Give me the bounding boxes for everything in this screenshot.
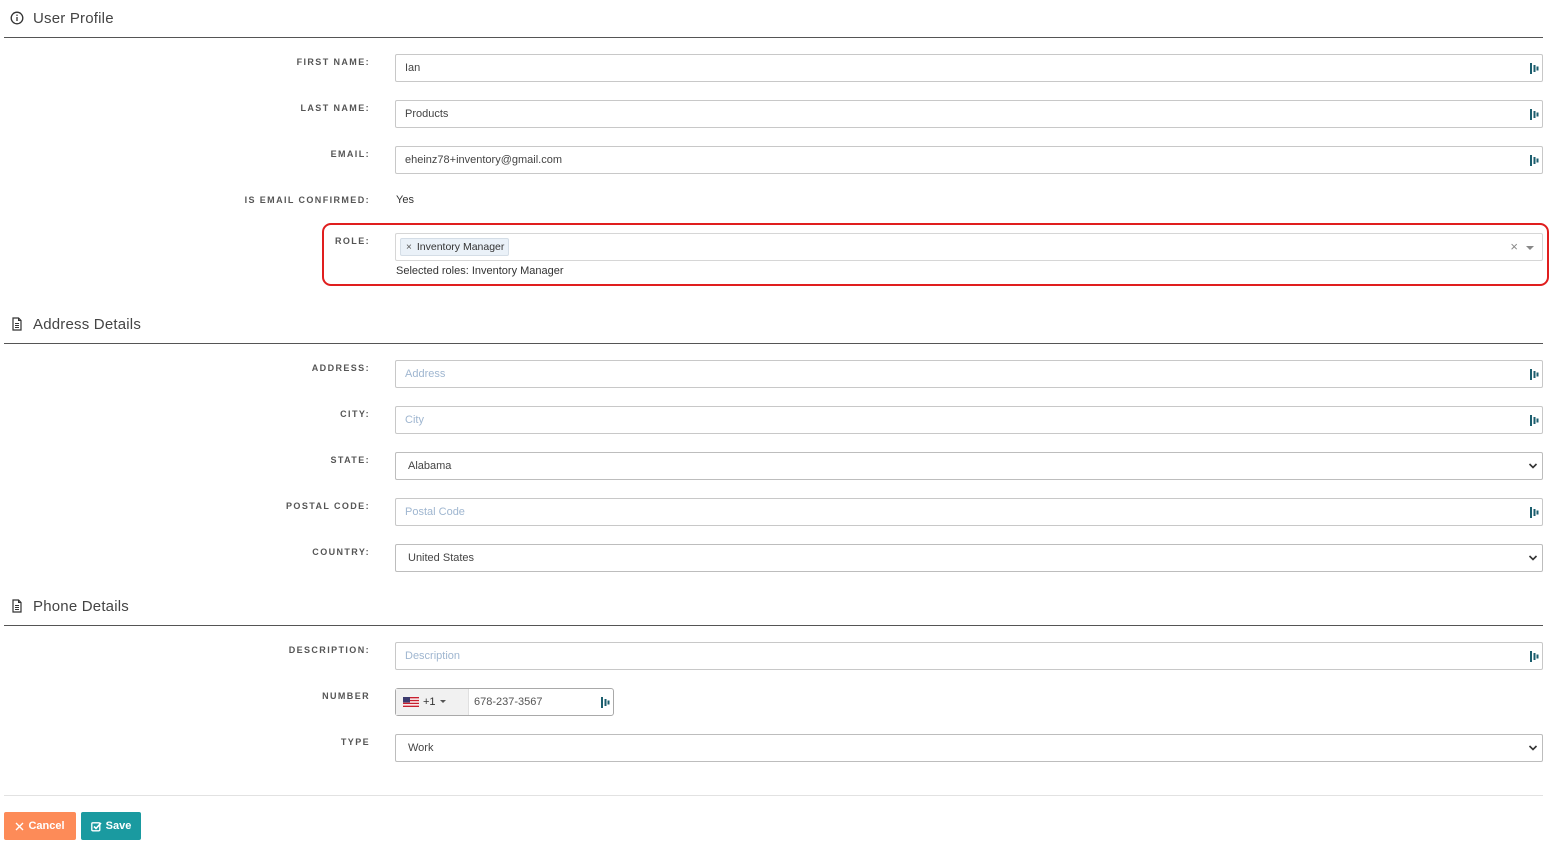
first-name-label: FIRST NAME: xyxy=(296,57,370,67)
type-label: TYPE xyxy=(340,737,370,747)
info-circle-icon xyxy=(10,11,24,25)
phone-code-value: +1 xyxy=(423,696,436,708)
state-value: Alabama xyxy=(408,460,452,472)
description-placeholder: Description xyxy=(405,650,461,662)
postal-code-placeholder: Postal Code xyxy=(405,506,465,518)
email-confirmed-value: Yes xyxy=(396,194,414,206)
user-profile-form: User Profile FIRST NAME: Ian LAST NAME: … xyxy=(0,0,1556,851)
address-field[interactable]: Address xyxy=(395,360,1543,388)
close-icon xyxy=(15,822,24,830)
us-flag-icon xyxy=(403,697,419,707)
phone-details-header: Phone Details xyxy=(4,588,1543,626)
country-code-dropdown[interactable]: +1 xyxy=(396,689,469,715)
state-select[interactable]: Alabama xyxy=(395,452,1543,480)
user-profile-title: User Profile xyxy=(33,10,114,27)
type-value: Work xyxy=(408,742,434,754)
chevron-down-icon xyxy=(1528,555,1538,561)
form-divider xyxy=(4,795,1543,796)
city-placeholder: City xyxy=(405,414,424,426)
role-label: ROLE: xyxy=(335,236,370,246)
save-button[interactable]: Save xyxy=(81,812,141,840)
description-field[interactable]: Description xyxy=(395,642,1543,670)
role-multiselect[interactable]: × Inventory Manager × xyxy=(395,233,1543,261)
last-name-label: LAST NAME: xyxy=(300,103,370,113)
number-label: NUMBER xyxy=(322,691,370,701)
cancel-button[interactable]: Cancel xyxy=(4,812,76,840)
password-manager-icon[interactable] xyxy=(1529,154,1539,167)
password-manager-icon[interactable] xyxy=(1529,62,1539,75)
document-icon xyxy=(12,599,22,613)
city-field[interactable]: City xyxy=(395,406,1543,434)
role-tag-label: Inventory Manager xyxy=(416,241,505,253)
address-label: ADDRESS: xyxy=(311,363,370,373)
password-manager-icon[interactable] xyxy=(1529,414,1539,427)
country-select[interactable]: United States xyxy=(395,544,1543,572)
chevron-down-icon xyxy=(1528,745,1538,751)
description-label: DESCRIPTION: xyxy=(288,645,370,655)
user-profile-header: User Profile xyxy=(4,0,1543,38)
role-dropdown-caret-icon[interactable] xyxy=(1526,246,1534,250)
phone-number-value: 678-237-3567 xyxy=(474,696,543,708)
caret-down-icon xyxy=(440,700,446,703)
email-field[interactable]: eheinz78+inventory@gmail.com xyxy=(395,146,1543,174)
first-name-field[interactable]: Ian xyxy=(395,54,1543,82)
last-name-value: Products xyxy=(405,108,449,120)
chevron-down-icon xyxy=(1528,463,1538,469)
email-label: EMAIL: xyxy=(330,149,370,159)
country-label: COUNTRY: xyxy=(312,547,370,557)
password-manager-icon[interactable] xyxy=(1529,368,1539,381)
email-confirmed-label: IS EMAIL CONFIRMED: xyxy=(244,195,370,205)
check-square-icon xyxy=(90,821,102,831)
phone-details-title: Phone Details xyxy=(33,598,129,615)
cancel-button-label: Cancel xyxy=(28,820,65,832)
address-details-header: Address Details xyxy=(4,306,1543,344)
postal-code-field[interactable]: Postal Code xyxy=(395,498,1543,526)
role-clear-button[interactable]: × xyxy=(1510,239,1518,254)
password-manager-icon[interactable] xyxy=(1529,650,1539,663)
state-label: STATE: xyxy=(330,455,370,465)
password-manager-icon[interactable] xyxy=(600,696,610,709)
first-name-value: Ian xyxy=(405,62,421,74)
password-manager-icon[interactable] xyxy=(1529,506,1539,519)
type-select[interactable]: Work xyxy=(395,734,1543,762)
address-details-title: Address Details xyxy=(33,316,142,333)
postal-code-label: POSTAL CODE: xyxy=(286,501,370,511)
password-manager-icon[interactable] xyxy=(1529,108,1539,121)
city-label: CITY: xyxy=(340,409,370,419)
address-placeholder: Address xyxy=(405,368,446,380)
email-value: eheinz78+inventory@gmail.com xyxy=(405,154,562,166)
country-value: United States xyxy=(408,552,475,564)
save-button-label: Save xyxy=(105,820,132,832)
role-tag: × Inventory Manager xyxy=(400,238,510,256)
phone-number-field[interactable]: +1 678-237-3567 xyxy=(395,688,614,716)
selected-roles-text: Selected roles: Inventory Manager xyxy=(396,265,564,277)
last-name-field[interactable]: Products xyxy=(395,100,1543,128)
role-tag-remove[interactable]: × xyxy=(401,242,417,253)
document-icon xyxy=(12,317,22,331)
